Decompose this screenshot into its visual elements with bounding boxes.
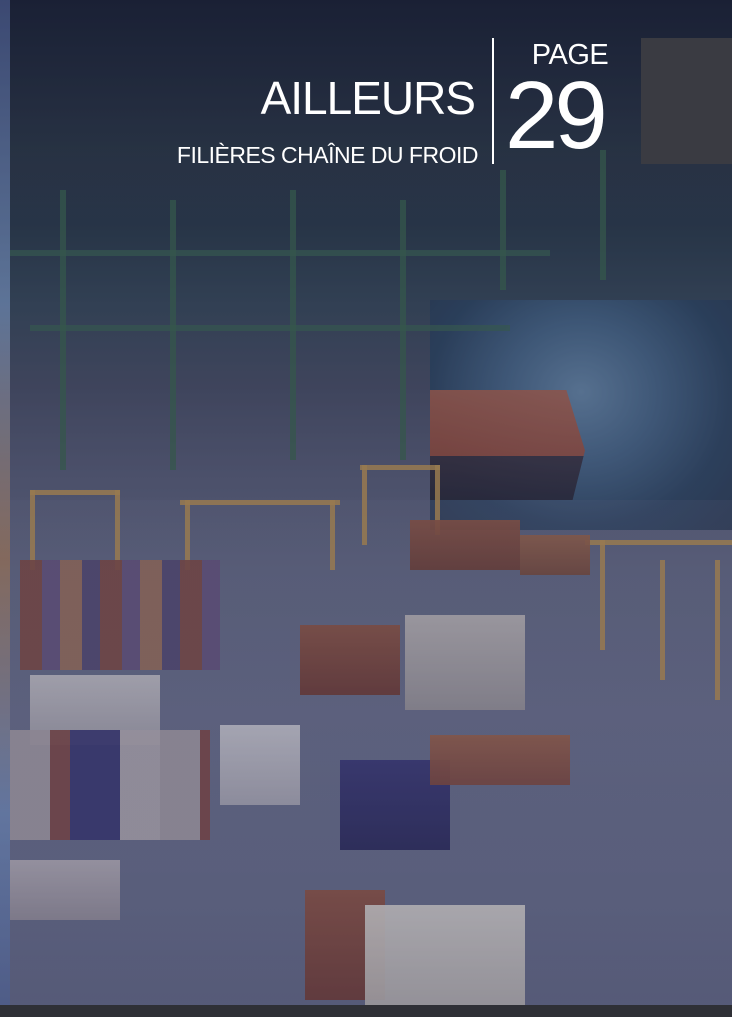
page-number: 29 [505,62,608,169]
section-subtitle: FILIÈRES CHAÎNE DU FROID [176,142,479,168]
header-grey-tab [641,38,732,164]
magazine-page: AILLEURS FILIÈRES CHAÎNE DU FROID PAGE 2… [0,0,732,1017]
bottom-bar [0,1005,732,1017]
section-title: AILLEURS [260,72,476,124]
header-divider [492,38,494,164]
